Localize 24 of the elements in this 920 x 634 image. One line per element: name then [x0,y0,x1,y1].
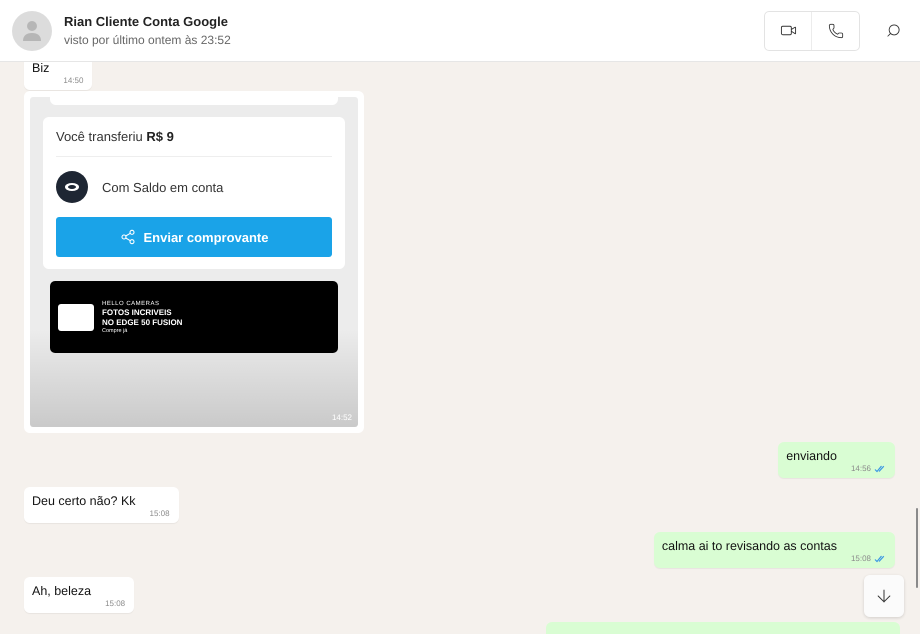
ad-title-text: NO EDGE 50 FUSION [102,318,182,326]
message-text: Deu certo não? Kk [32,494,136,510]
last-seen-status: visto por último ontem às 23:52 [64,33,232,47]
wallet-icon [56,171,88,203]
message-text: Ah, beleza [32,584,92,600]
message-time: 15:08 [850,554,871,563]
send-receipt-button[interactable]: Enviar comprovante [56,217,332,257]
share-icon [120,229,136,245]
ad-title-text: FOTOS INCRIVEIS [102,308,173,316]
phone-icon [828,22,844,38]
message-text: enviando [786,449,837,465]
person-silhouette-icon [22,20,42,42]
message-time: 15:08 [150,509,170,518]
contact-name: Rian Cliente Conta Google [64,14,229,29]
message-time: 14:50 [63,76,84,85]
message-time: 14:56 [850,464,871,473]
message-text: calma ai to revisando as contas [662,539,837,555]
scrollbar[interactable] [916,508,918,588]
search-icon [886,23,900,38]
message-time: 15:08 [105,599,126,608]
payment-method-text: Com Saldo em conta [102,180,224,194]
ad-image-placeholder [58,304,94,330]
transfer-text: Você transferiu R$ 9 [56,129,332,157]
message-text: Biz [32,62,50,77]
